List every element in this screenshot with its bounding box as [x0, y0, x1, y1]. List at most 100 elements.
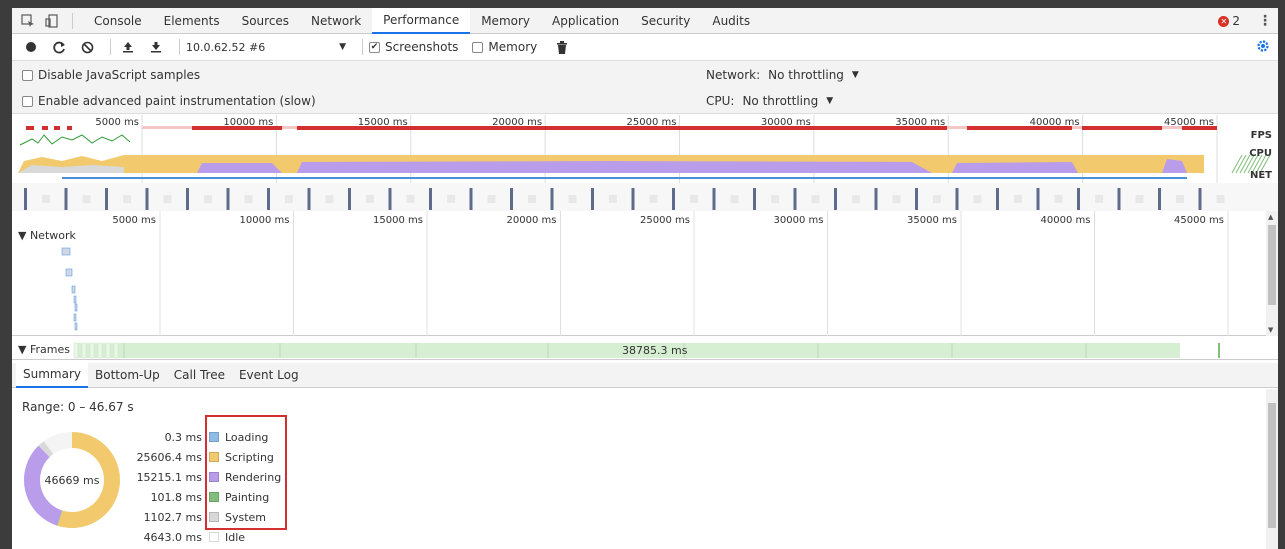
frames-track-header[interactable]: ▼ Frames: [18, 343, 70, 356]
legend-item-idle: 4643.0 ms Idle: [122, 527, 281, 547]
fps-red-bar: [26, 126, 34, 130]
network-throttling-select[interactable]: No throttling ▼: [768, 68, 859, 82]
screenshot-thumb: [82, 195, 91, 203]
highlight-annotation-box: [205, 415, 287, 530]
net-request-mark: [550, 188, 554, 210]
cpu-label: CPU: [1249, 148, 1272, 159]
net-request-mark: [712, 188, 716, 210]
devtools-window: Console Elements Sources Network Performance…: [12, 8, 1278, 549]
clear-button[interactable]: [76, 36, 98, 58]
pie-total-label: 46669 ms: [45, 474, 100, 487]
screenshot-thumb: [690, 195, 698, 203]
screenshot-thumb: [649, 195, 658, 203]
panel-tabs: Console Elements Sources Network Performance…: [83, 8, 761, 34]
screenshot-thumb: [1095, 195, 1103, 203]
tab-elements[interactable]: Elements: [153, 8, 231, 34]
frame-bar: [97, 342, 103, 359]
details-tab-event-log[interactable]: Event Log: [232, 363, 306, 388]
pie-slice-idle: [43, 432, 73, 455]
performance-toolbar: 10.0.62.52 #6 ▼ ✔ Screenshots Memory: [12, 34, 1278, 61]
details-tab-call-tree[interactable]: Call Tree: [167, 363, 232, 388]
tab-application[interactable]: Application: [541, 8, 630, 34]
details-tab-bottom-up[interactable]: Bottom-Up: [88, 363, 167, 388]
frames-track[interactable]: ▼ Frames 38785.3 ms: [12, 340, 1278, 360]
cpu-throttling-select[interactable]: No throttling ▼: [742, 94, 833, 108]
screenshot-thumb: [528, 195, 536, 203]
device-toolbar-icon[interactable]: [44, 13, 60, 29]
chevron-down-icon: ▼: [826, 96, 834, 106]
toolbar-divider: [110, 39, 111, 55]
network-track-graph: 5000 ms 10000 ms 15000 ms 20000 ms 25000 ms 3…: [61, 211, 1229, 336]
flame-chart-scrollbar[interactable]: ▲ ▼: [1266, 211, 1278, 336]
advanced-paint-checkbox[interactable]: Enable advanced paint instrumentation (s…: [22, 94, 316, 108]
timeline-tick-label: 25000 ms: [640, 215, 690, 226]
details-tab-summary[interactable]: Summary: [16, 362, 88, 388]
error-count-badge[interactable]: ✕ 2: [1218, 14, 1240, 28]
reload-profile-button[interactable]: [48, 36, 70, 58]
scroll-up-icon[interactable]: ▲: [1268, 213, 1273, 221]
screenshots-checkbox[interactable]: ✔ Screenshots: [369, 40, 458, 54]
net-request-mark: [267, 188, 270, 210]
net-request-mark: [834, 188, 837, 210]
screenshot-thumb: [1135, 195, 1144, 203]
fps-red-bar: [967, 126, 1072, 130]
toolbar-divider: [362, 39, 363, 55]
screenshot-thumb: [973, 195, 982, 203]
scroll-down-icon[interactable]: ▼: [1268, 326, 1273, 334]
network-request-bar: [74, 322, 78, 331]
net-request-mark: [1117, 188, 1121, 210]
save-profile-icon[interactable]: [145, 36, 167, 58]
record-button[interactable]: [20, 36, 42, 58]
cpu-rendering-area: [952, 162, 1078, 173]
tab-security[interactable]: Security: [630, 8, 701, 34]
fps-red-bar: [1082, 126, 1162, 130]
capture-settings-panel: Disable JavaScript samples Enable advanc…: [12, 61, 1278, 114]
screenshot-thumb: [933, 195, 941, 203]
disable-js-samples-checkbox[interactable]: Disable JavaScript samples: [22, 68, 200, 82]
summary-scrollbar[interactable]: [1266, 389, 1278, 549]
net-request-mark: [793, 188, 797, 210]
toolbar-divider: [179, 39, 180, 55]
tab-sources[interactable]: Sources: [231, 8, 300, 34]
scrollbar-thumb[interactable]: [1268, 403, 1276, 528]
profile-select[interactable]: 10.0.62.52 #6 ▼: [186, 41, 346, 54]
network-request-bar: [61, 247, 71, 256]
more-options-icon[interactable]: ⋮: [1258, 13, 1272, 29]
checkbox-unchecked-icon: [472, 41, 484, 53]
tab-memory[interactable]: Memory: [470, 8, 541, 34]
capture-settings-icon[interactable]: [1256, 39, 1270, 57]
fps-red-bar: [192, 126, 282, 130]
cpu-throttling-label: CPU:: [706, 94, 735, 108]
tab-audits[interactable]: Audits: [701, 8, 761, 34]
timeline-overview[interactable]: 5000 ms 10000 ms 15000 ms 20000 ms 25000 ms 3…: [12, 115, 1278, 211]
net-request-mark: [64, 188, 68, 210]
fps-red-bar: [42, 126, 48, 130]
network-request-bar: [73, 295, 77, 304]
memory-checkbox[interactable]: Memory: [472, 40, 537, 54]
collect-garbage-icon[interactable]: [551, 36, 573, 58]
tab-performance[interactable]: Performance: [372, 8, 471, 34]
net-request-mark: [105, 188, 108, 210]
range-text: Range: 0 – 46.67 s: [22, 400, 134, 414]
net-request-mark: [469, 188, 473, 210]
pie-slice-system: [38, 441, 54, 458]
overview-graph: 5000 ms 10000 ms 15000 ms 20000 ms 25000 ms 3…: [12, 115, 1278, 211]
legend-swatch: [209, 532, 219, 542]
net-request-mark: [1198, 188, 1202, 210]
network-request-bar: [65, 268, 73, 277]
scrollbar-thumb[interactable]: [1268, 225, 1276, 305]
tab-network[interactable]: Network: [300, 8, 372, 34]
error-count: 2: [1232, 14, 1240, 28]
checkbox-unchecked-icon: [22, 95, 33, 107]
net-request-mark: [429, 188, 432, 210]
screenshot-thumb: [366, 195, 374, 203]
timeline-tick-label: 40000 ms: [1041, 215, 1091, 226]
net-request-mark: [145, 188, 149, 210]
net-request-mark: [226, 188, 230, 210]
load-profile-icon[interactable]: [117, 36, 139, 58]
network-track-header[interactable]: ▼ Network: [18, 229, 76, 242]
inspect-element-icon[interactable]: [20, 13, 36, 29]
fps-line: [19, 134, 131, 146]
tab-console[interactable]: Console: [83, 8, 153, 34]
flame-chart[interactable]: 5000 ms 10000 ms 15000 ms 20000 ms 25000 ms 3…: [12, 211, 1278, 336]
